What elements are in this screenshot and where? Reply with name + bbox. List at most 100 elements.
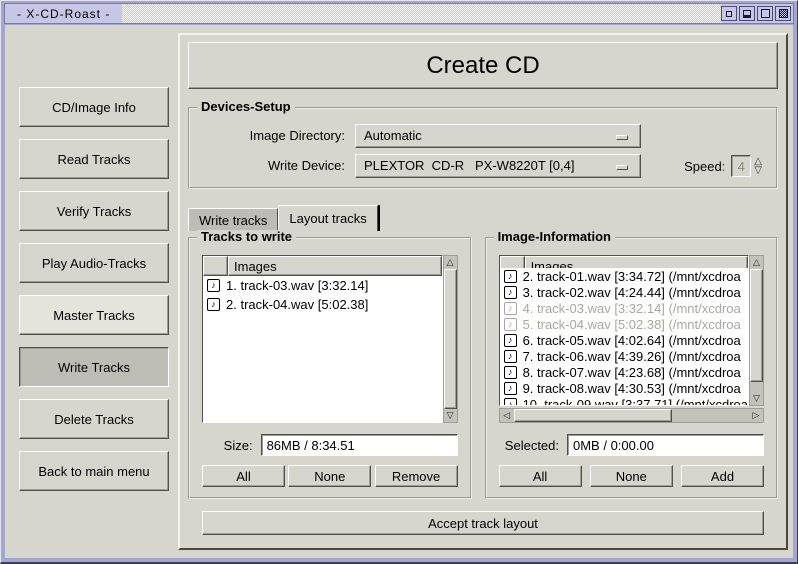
image-row-text: 10. track-09.wav [3:37.71] (/mnt/xcdroa [523,397,748,406]
select-none-button[interactable]: None [590,465,673,487]
sidebar-button-label: Back to main menu [38,464,149,479]
sidebar-button[interactable]: Verify Tracks [19,191,169,231]
tab-focus-indicator [378,205,380,231]
accept-track-layout-button[interactable]: Accept track layout [202,511,764,535]
scrollbar-thumb[interactable] [444,269,457,409]
button-label: Remove [392,469,440,484]
image-information-title: Image-Information [494,230,615,244]
scroll-up-icon[interactable]: △ [750,256,763,269]
image-row[interactable]: ♪ 2. track-01.wav [3:34.72] (/mnt/xcdroa [500,268,748,284]
tracks-buttons: All None Remove [202,465,458,487]
scroll-right-icon[interactable]: ▷ [749,409,763,422]
tracks-to-write-listbox: Images ♪ 1. track-03.wav [3:32.14] [202,255,458,423]
audio-note-icon: ♪ [504,382,517,395]
audio-note-icon: ♪ [207,279,220,292]
size-row: Size: 86MB / 8:34.51 [202,434,458,456]
images-vertical-scrollbar[interactable]: △ ▽ [749,255,764,406]
image-information-frame: Image-Information Images ♪ [485,237,778,499]
select-all-button[interactable]: All [499,465,582,487]
sidebar-button[interactable]: Write Tracks [19,347,169,387]
image-directory-dropdown[interactable]: Automatic [355,124,641,148]
image-row[interactable]: ♪ 3. track-02.wav [4:24.44] (/mnt/xcdroa [500,284,748,300]
speed-input[interactable]: 4 [731,155,751,177]
images-buttons: All None Add [499,465,764,487]
sidebar-button-label: Verify Tracks [57,204,131,219]
image-row[interactable]: ♪ 7. track-06.wav [4:39.26] (/mnt/xcdroa [500,348,748,364]
image-directory-value: Automatic [364,128,422,143]
image-directory-row: Image Directory: Automatic [190,123,762,148]
audio-note-icon: ♪ [504,302,517,315]
size-value: 86MB / 8:34.51 [267,438,355,453]
scroll-down-icon[interactable]: ▽ [750,392,763,405]
scroll-left-icon[interactable]: ◁ [500,409,514,422]
image-information-list[interactable]: Images ♪ 2. track-01.wav [3:34.72] (/mnt… [499,255,749,406]
write-device-value: PLEXTOR CD-R PX-W8220T [0,4] [364,158,574,173]
tab-layout-tracks[interactable]: Layout tracks [278,205,377,231]
write-device-label: Write Device: [190,158,355,173]
write-device-dropdown[interactable]: PLEXTOR CD-R PX-W8220T [0,4] [355,154,641,178]
speed-value: 4 [738,159,745,174]
track-rows: ♪ 1. track-03.wav [3:32.14] ♪ 2. track-0… [203,276,442,422]
track-row[interactable]: ♪ 1. track-03.wav [3:32.14] [203,276,442,295]
add-button[interactable]: Add [681,465,764,487]
scrollbar-thumb[interactable] [750,269,763,382]
image-row[interactable]: ♪ 6. track-05.wav [4:02.64] (/mnt/xcdroa [500,332,748,348]
image-row[interactable]: ♪ 5. track-04.wav [5:02.38] (/mnt/xcdroa [500,316,748,332]
remove-button[interactable]: Remove [375,465,458,487]
icon-column-header[interactable] [203,256,228,276]
image-row[interactable]: ♪ 4. track-03.wav [3:32.14] (/mnt/xcdroa [500,300,748,316]
size-field[interactable]: 86MB / 8:34.51 [261,434,458,456]
titlebar[interactable]: - X-CD-Roast - [4,3,794,24]
window-minimize-button[interactable] [739,6,755,21]
window-menu-button[interactable] [775,6,791,21]
sidebar-button-label: Delete Tracks [54,412,133,427]
image-row-text: 3. track-02.wav [4:24.44] (/mnt/xcdroa [523,285,741,300]
select-all-button[interactable]: All [202,465,285,487]
track-row[interactable]: ♪ 2. track-04.wav [5:02.38] [203,295,442,314]
window-maximize-button[interactable] [757,6,773,21]
selected-field[interactable]: 0MB / 0:00.00 [567,434,764,456]
page-header: Create CD [188,42,778,89]
tab-write-tracks[interactable]: Write tracks [188,208,278,231]
sidebar-button[interactable]: Read Tracks [19,139,169,179]
spin-down-icon[interactable]: ▽ [754,166,762,175]
audio-note-icon: ♪ [504,366,517,379]
images-horizontal-scrollbar[interactable]: ◁ ▷ [499,408,764,423]
image-row[interactable]: ♪ 10. track-09.wav [3:37.71] (/mnt/xcdro… [500,396,748,405]
tab-bar: Write tracks Layout tracks [188,205,778,231]
write-device-row: Write Device: PLEXTOR CD-R PX-W8220T [0,… [190,153,762,178]
sidebar-button-label: CD/Image Info [52,100,136,115]
button-label: Add [711,469,734,484]
button-label: Accept track layout [428,516,538,531]
tracks-vertical-scrollbar[interactable]: △ ▽ [443,255,458,423]
selected-value: 0MB / 0:00.00 [573,438,654,453]
layout-columns: Tracks to write Images ♪ [188,237,778,499]
image-row[interactable]: ♪ 9. track-08.wav [4:30.53] (/mnt/xcdroa [500,380,748,396]
tracks-to-write-list[interactable]: Images ♪ 1. track-03.wav [3:32.14] [202,255,443,423]
image-rows: ♪ 2. track-01.wav [3:34.72] (/mnt/xcdroa… [500,268,748,405]
tracks-to-write-frame: Tracks to write Images ♪ [188,237,472,499]
sidebar-button-label: Play Audio-Tracks [42,256,146,271]
window-shade-button[interactable] [721,6,737,21]
page-title: Create CD [426,52,539,80]
image-row-text: 6. track-05.wav [4:02.64] (/mnt/xcdroa [523,333,741,348]
select-none-button[interactable]: None [288,465,371,487]
list-header: Images [203,256,442,276]
sidebar-button[interactable]: Back to main menu [19,451,169,491]
scrollbar-thumb[interactable] [514,409,672,422]
scrollbar-trough[interactable] [750,382,763,392]
image-information-listbox: Images ♪ 2. track-01.wav [3:34.72] (/mnt… [499,255,764,406]
sidebar-button[interactable]: Play Audio-Tracks [19,243,169,283]
sidebar-button[interactable]: Delete Tracks [19,399,169,439]
image-row-text: 5. track-04.wav [5:02.38] (/mnt/xcdroa [523,317,741,332]
button-label: All [236,469,250,484]
selected-row: Selected: 0MB / 0:00.00 [499,434,764,456]
scroll-up-icon[interactable]: △ [444,256,457,269]
sidebar-button[interactable]: CD/Image Info [19,87,169,127]
image-row[interactable]: ♪ 8. track-07.wav [4:23.68] (/mnt/xcdroa [500,364,748,380]
sidebar-button[interactable]: Master Tracks [19,295,169,335]
tab-label: Write tracks [199,213,267,228]
images-column-header[interactable]: Images [228,256,442,276]
shade-icon [726,11,732,17]
scroll-down-icon[interactable]: ▽ [444,409,457,422]
